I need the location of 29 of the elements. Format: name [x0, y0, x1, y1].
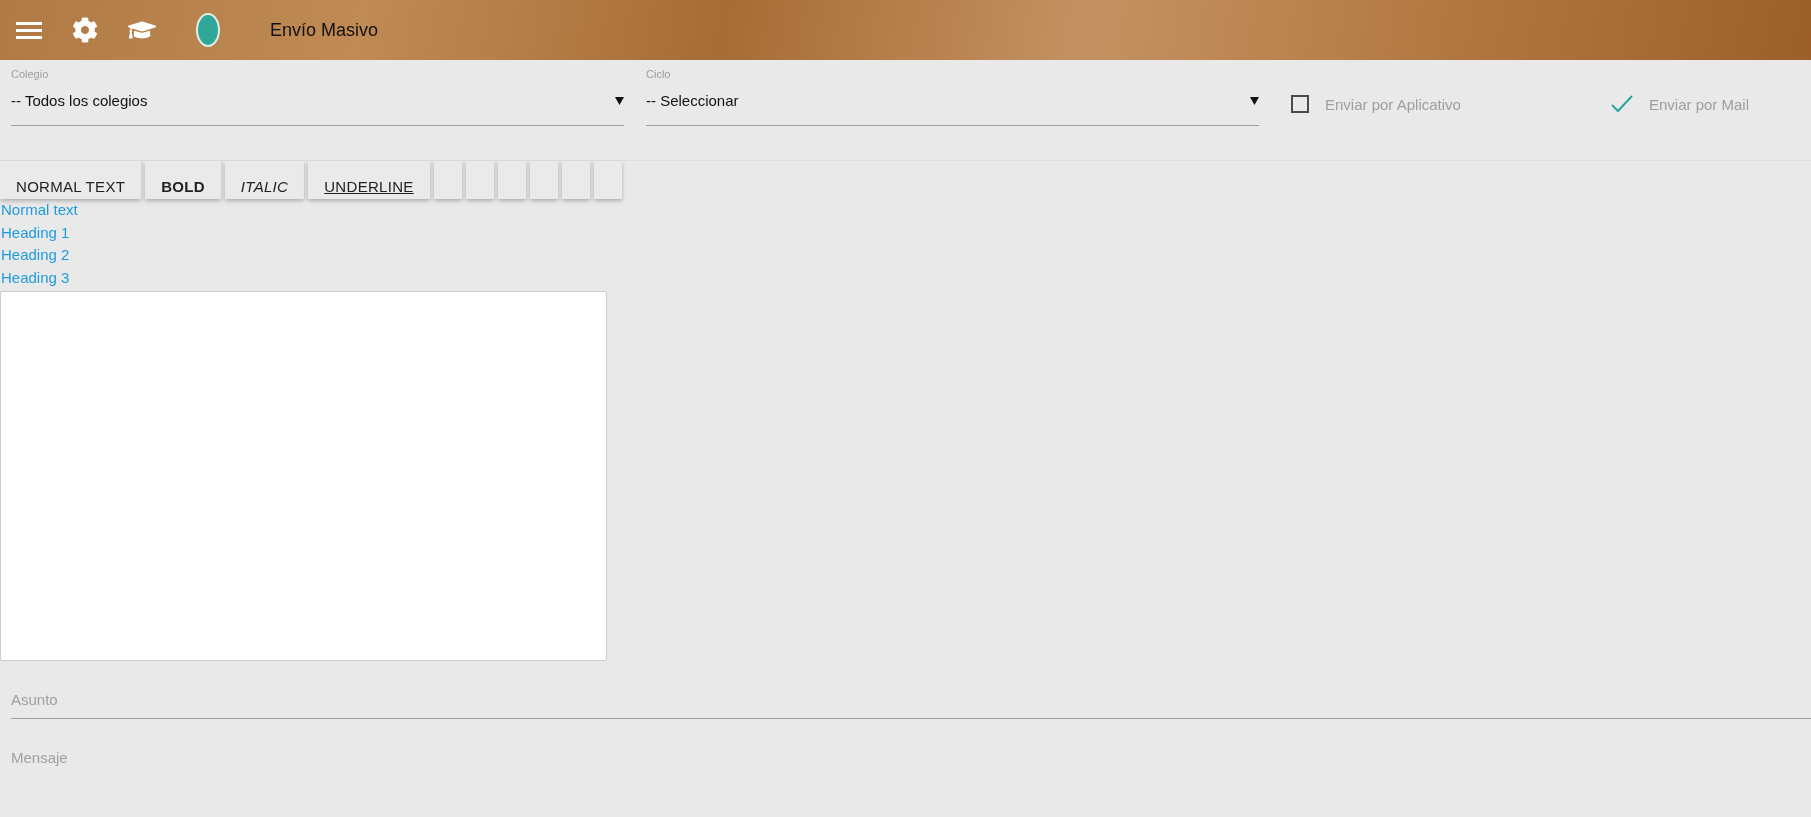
toolbar-button[interactable]	[529, 161, 558, 199]
menu-icon[interactable]	[16, 20, 42, 40]
field-label: Colegio	[11, 68, 50, 80]
logo-icon	[196, 13, 220, 47]
page-title: Envío Masivo	[270, 19, 379, 41]
text-editor[interactable]	[0, 290, 607, 661]
format-button[interactable]: NORMAL TEXT	[0, 161, 142, 199]
settings-icon[interactable]	[72, 17, 98, 43]
toolbar-button[interactable]	[593, 161, 622, 199]
input-field[interactable]: Mensaje	[11, 742, 1811, 776]
select-field[interactable]: Colegio -- Todos los colegios	[11, 68, 624, 126]
format-button[interactable]: UNDERLINE	[308, 161, 430, 199]
select-value: -- Todos los colegios	[11, 92, 148, 109]
checkbox[interactable]	[1291, 95, 1309, 113]
select-field[interactable]: Ciclo -- Seleccionar	[646, 68, 1259, 126]
toolbar-button[interactable]	[465, 161, 494, 199]
checkmark-icon[interactable]	[1611, 95, 1633, 113]
toolbar-button[interactable]	[433, 161, 462, 199]
format-button[interactable]: BOLD	[145, 161, 221, 199]
dropdown-caret-icon	[615, 96, 624, 105]
toolbar-button[interactable]	[497, 161, 526, 199]
format-button[interactable]: ITALIC	[224, 161, 305, 199]
toolbar-button[interactable]	[561, 161, 590, 199]
select-value: -- Seleccionar	[646, 92, 739, 109]
input-field[interactable]: Asunto	[11, 684, 1811, 719]
option-label: Enviar por Aplicativo	[1325, 95, 1461, 113]
option-label: Enviar por Mail	[1649, 95, 1750, 113]
field-label: Ciclo	[646, 68, 672, 80]
dropdown-caret-icon	[1250, 96, 1259, 105]
